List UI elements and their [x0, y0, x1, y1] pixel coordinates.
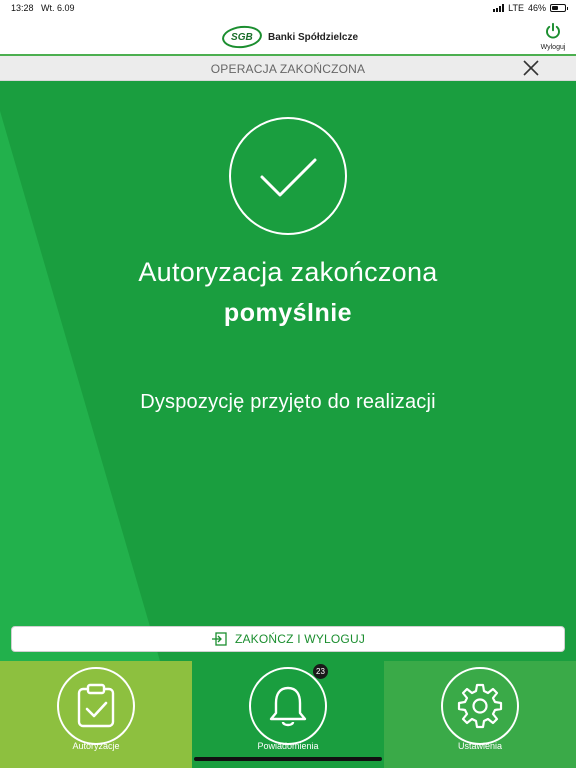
bottom-nav: Autoryzacje Powiadomienia Ustawienia [0, 661, 576, 768]
bell-icon [269, 686, 307, 727]
notifications-badge: 23 [313, 664, 328, 679]
status-bar: 13:28 Wt. 6.09 LTE 46% [0, 0, 576, 18]
battery-fill [552, 6, 558, 10]
tab-notifications[interactable]: Powiadomienia [192, 661, 384, 768]
check-icon [260, 158, 317, 197]
clipboard-check-icon [77, 683, 115, 728]
bank-logo: SGB Banki Spółdzielcze [220, 23, 359, 51]
status-left: 13:28 Wt. 6.09 [11, 3, 75, 13]
gear-icon [457, 683, 503, 729]
exit-icon [211, 632, 227, 646]
battery-icon [550, 4, 568, 12]
tab-authorizations-circle [57, 667, 135, 745]
headline-line1: Autoryzacja zakończona [138, 257, 438, 287]
success-panel: Autoryzacja zakończona pomyślnie Dyspozy… [0, 81, 576, 661]
tab-notifications-label: Powiadomienia [257, 741, 319, 751]
tab-settings-label: Ustawienia [457, 741, 503, 751]
home-indicator[interactable] [194, 757, 382, 761]
logout-button[interactable]: Wyloguj [538, 22, 568, 51]
status-right: LTE 46% [493, 3, 568, 13]
success-check-circle [229, 117, 347, 235]
tab-notifications-circle [249, 667, 327, 745]
finish-button-label: ZAKOŃCZ I WYLOGUJ [234, 632, 366, 646]
logout-label: Wyloguj [540, 44, 566, 51]
close-button[interactable] [522, 59, 540, 77]
logo-text: Banki Spółdzielcze [268, 31, 359, 43]
finish-and-logout-button[interactable]: ZAKOŃCZ I WYLOGUJ [11, 626, 565, 652]
tab-settings[interactable]: Ustawienia [384, 661, 576, 768]
logo-mark: SGB [220, 23, 264, 51]
network-type: LTE [508, 3, 524, 13]
logo-mark-text: SGB [231, 31, 253, 43]
headline-line2: pomyślnie [223, 299, 353, 327]
app-header: SGB Banki Spółdzielcze Wyloguj [0, 18, 576, 56]
tab-settings-circle [441, 667, 519, 745]
power-icon [546, 22, 560, 39]
signal-icon [493, 4, 505, 12]
page-title: OPERACJA ZAKOŃCZONA [210, 62, 366, 76]
title-bar: OPERACJA ZAKOŃCZONA [0, 56, 576, 81]
close-icon [523, 60, 539, 76]
tab-authorizations[interactable]: Autoryzacje [0, 661, 192, 768]
battery-percent: 46% [527, 3, 546, 13]
status-date: Wt. 6.09 [41, 3, 75, 13]
success-message: Dyspozycję przyjęto do realizacji [140, 391, 436, 413]
status-time: 13:28 [11, 3, 34, 13]
tab-authorizations-label: Autoryzacje [72, 741, 120, 751]
